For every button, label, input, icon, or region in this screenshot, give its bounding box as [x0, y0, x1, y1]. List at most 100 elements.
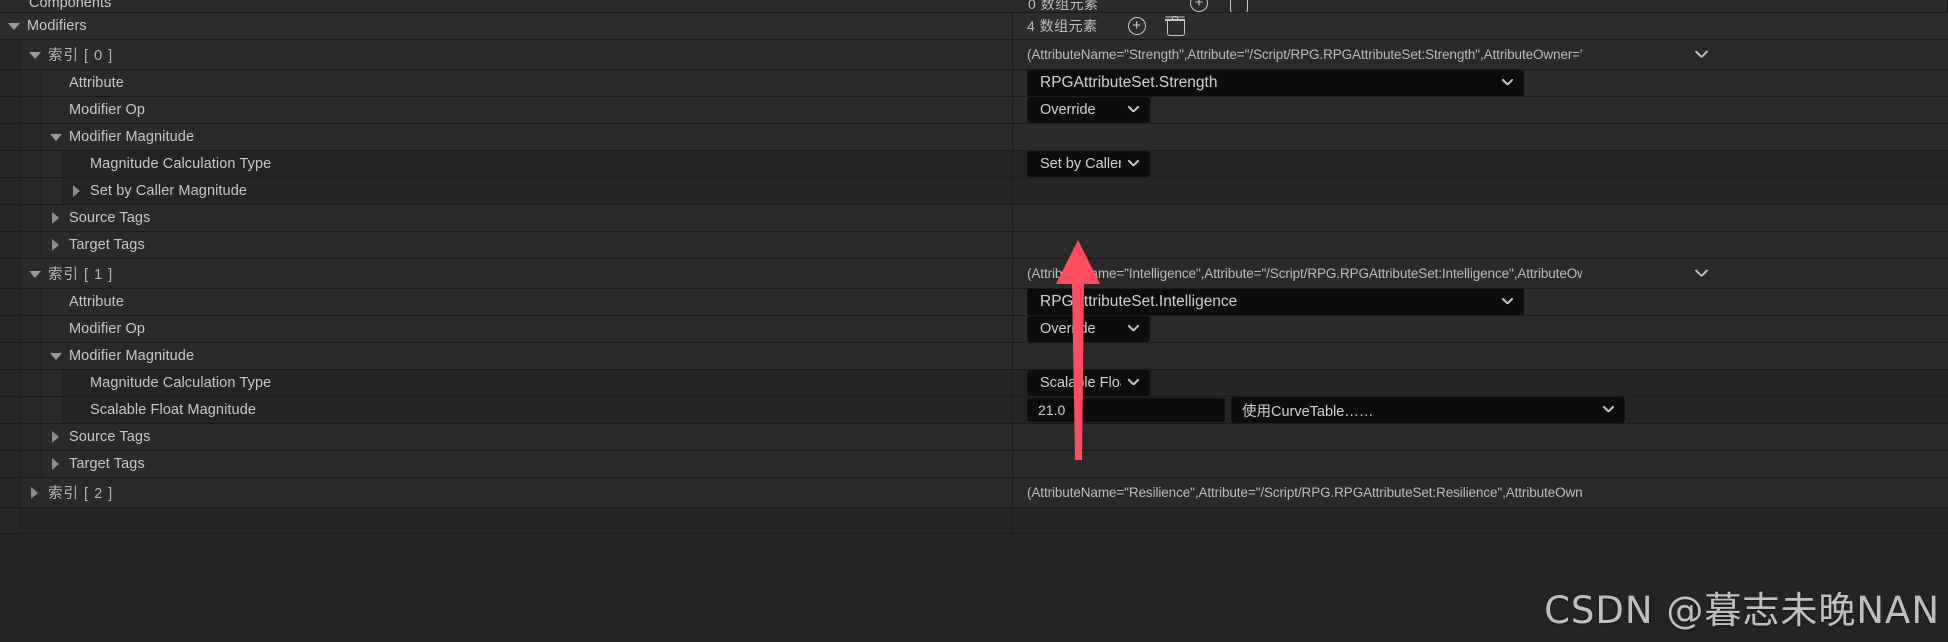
- index-0-label-wrap: 索引 [ 0 ]: [21, 40, 1012, 69]
- index-0-set-by-caller-magnitude-value-cell: [1013, 178, 1948, 204]
- chevron-right-icon[interactable]: [50, 212, 62, 224]
- trash-lid-icon: [1171, 16, 1178, 19]
- clipped-row-name-cell: Components: [0, 0, 1948, 12]
- indent-guides: [0, 508, 21, 533]
- row-index-0-target-tags[interactable]: Target Tags: [0, 232, 1948, 259]
- chevron-down-icon[interactable]: [29, 268, 41, 280]
- indent-guide: [21, 232, 42, 258]
- indent-guides: [0, 124, 42, 150]
- row-index-1-modifier-op[interactable]: Modifier Op Override: [0, 316, 1948, 343]
- row-index-0-source-tags[interactable]: Source Tags: [0, 205, 1948, 232]
- indent-guide: [0, 178, 21, 204]
- indent-guide: [21, 97, 42, 123]
- row-index-1-scalable-float-magnitude[interactable]: Scalable Float Magnitude 21.0 使用CurveTable…: [0, 397, 1948, 424]
- row-index-1-magnitude-calculation-type[interactable]: Magnitude Calculation Type Scalable Float: [0, 370, 1948, 397]
- indent-guides: [0, 70, 42, 96]
- trash-icon[interactable]: [1164, 15, 1186, 37]
- chevron-right-icon[interactable]: [71, 185, 83, 197]
- indent-guide: [0, 289, 21, 315]
- indent-guides: [0, 97, 42, 123]
- index-0-struct-preview: (AttributeName="Strength",Attribute="/Sc…: [1027, 47, 1582, 62]
- chevron-down-icon[interactable]: [8, 20, 20, 32]
- index-0-target-tags-label: Target Tags: [69, 237, 145, 253]
- index-0-target-tags-value-cell: [1013, 232, 1948, 258]
- indent-guide: [0, 343, 21, 369]
- chevron-right-icon[interactable]: [50, 431, 62, 443]
- row-index-1[interactable]: 索引 [ 1 ] (AttributeName="Intelligence",At…: [0, 259, 1948, 289]
- modifiers-header-label-wrap: Modifiers: [0, 13, 1012, 39]
- index-0-attribute-combo[interactable]: RPGAttributeSet.Strength: [1027, 70, 1524, 96]
- twisty-spacer-icon: [71, 404, 83, 416]
- chevron-right-icon[interactable]: [29, 486, 41, 499]
- chevron-down-icon[interactable]: [50, 350, 62, 362]
- plus-circle-icon[interactable]: [1126, 14, 1148, 37]
- index-0-source-tags-label-wrap: Source Tags: [42, 205, 1012, 231]
- chevron-down-icon: [1127, 157, 1141, 171]
- indent-guide: [0, 151, 21, 177]
- index-0-magnitude-calculation-type-name-cell: Magnitude Calculation Type: [0, 151, 1013, 177]
- indent-guide: [0, 124, 21, 150]
- row-index-0-modifier-magnitude[interactable]: Modifier Magnitude: [0, 124, 1948, 151]
- index-0-modifier-op-name-cell: Modifier Op: [0, 97, 1013, 123]
- row-index-1-target-tags[interactable]: Target Tags: [0, 451, 1948, 478]
- row-modifiers-header[interactable]: Modifiers 4 数组元素: [0, 13, 1948, 40]
- index-1-modifier-op-combo[interactable]: Override: [1027, 316, 1150, 342]
- index-0-modifier-magnitude-label-wrap: Modifier Magnitude: [42, 124, 1012, 150]
- row-index-1-source-tags[interactable]: Source Tags: [0, 424, 1948, 451]
- chevron-down-icon[interactable]: [1694, 266, 1710, 282]
- index-2-label: 索引 [ 2 ]: [48, 486, 114, 502]
- row-index-0-set-by-caller-magnitude[interactable]: Set by Caller Magnitude: [0, 178, 1948, 205]
- row-index-0[interactable]: 索引 [ 0 ] (AttributeName="Strength",Attrib…: [0, 40, 1948, 70]
- index-1-label: 索引 [ 1 ]: [48, 267, 114, 283]
- chevron-right-icon[interactable]: [50, 239, 62, 251]
- chevron-down-icon[interactable]: [50, 131, 62, 143]
- row-index-0-magnitude-calculation-type[interactable]: Magnitude Calculation Type Set by Caller: [0, 151, 1948, 178]
- chevron-right-icon[interactable]: [50, 458, 62, 470]
- index-0-magnitude-calculation-type-label-wrap: Magnitude Calculation Type: [63, 151, 1012, 177]
- index-1-modifier-op-combo-value: Override: [1040, 321, 1096, 337]
- index-1-modifier-magnitude-value-cell: [1013, 343, 1948, 369]
- index-0-source-tags-value-cell: [1013, 205, 1948, 231]
- index-0-modifier-op-combo[interactable]: Override: [1027, 97, 1150, 123]
- index-1-scalable-float-magnitude-curve-table-combo[interactable]: 使用CurveTable……: [1231, 397, 1625, 423]
- index-1-magnitude-calculation-type-value-cell: Scalable Float: [1013, 370, 1948, 396]
- twisty-spacer-icon: [50, 296, 62, 308]
- indent-guides: [0, 289, 42, 315]
- indent-guide: [21, 205, 42, 231]
- clipped-components-row[interactable]: Components 0 数组元素: [0, 0, 1948, 13]
- index-1-attribute-combo[interactable]: RPGAttributeSet.Intelligence: [1027, 289, 1524, 315]
- bottom-filler-name-cell: [0, 508, 1013, 533]
- chevron-down-icon[interactable]: [1694, 47, 1710, 63]
- index-1-modifier-magnitude-label: Modifier Magnitude: [69, 348, 195, 364]
- trash-icon[interactable]: [1227, 0, 1249, 12]
- row-index-2[interactable]: 索引 [ 2 ] (AttributeName="Resilience",Attr…: [0, 478, 1948, 508]
- index-1-target-tags-name-cell: Target Tags: [0, 451, 1013, 477]
- row-index-1-attribute[interactable]: Attribute RPGAttributeSet.Intelligence: [0, 289, 1948, 316]
- indent-guides: [0, 316, 42, 342]
- indent-guide: [0, 232, 21, 258]
- row-index-0-modifier-op[interactable]: Modifier Op Override: [0, 97, 1948, 124]
- chevron-down-icon[interactable]: [29, 49, 41, 61]
- indent-guide: [0, 70, 21, 96]
- index-1-target-tags-value-cell: [1013, 451, 1948, 477]
- indent-guide: [21, 316, 42, 342]
- row-index-1-modifier-magnitude[interactable]: Modifier Magnitude: [0, 343, 1948, 370]
- indent-guide: [42, 151, 63, 177]
- index-1-magnitude-calculation-type-combo[interactable]: Scalable Float: [1027, 370, 1150, 396]
- index-0-attribute-label: Attribute: [69, 75, 124, 91]
- bottom-filler-row: [0, 508, 1948, 534]
- plus-circle-icon[interactable]: [1188, 0, 1210, 12]
- index-1-target-tags-label-wrap: Target Tags: [42, 451, 1012, 477]
- index-1-scalable-float-magnitude-number-input[interactable]: 21.0: [1027, 398, 1225, 422]
- indent-guides: [0, 370, 63, 396]
- index-0-magnitude-calculation-type-combo[interactable]: Set by Caller: [1027, 151, 1150, 177]
- indent-guide: [0, 97, 21, 123]
- index-1-source-tags-value-cell: [1013, 424, 1948, 450]
- index-0-label: 索引 [ 0 ]: [48, 48, 114, 64]
- index-0-value-cell: (AttributeName="Strength",Attribute="/Sc…: [1013, 40, 1948, 69]
- indent-guide: [21, 343, 42, 369]
- indent-guide: [42, 397, 63, 423]
- indent-guides: [0, 205, 42, 231]
- indent-guides: [0, 397, 63, 423]
- row-index-0-attribute[interactable]: Attribute RPGAttributeSet.Strength: [0, 70, 1948, 97]
